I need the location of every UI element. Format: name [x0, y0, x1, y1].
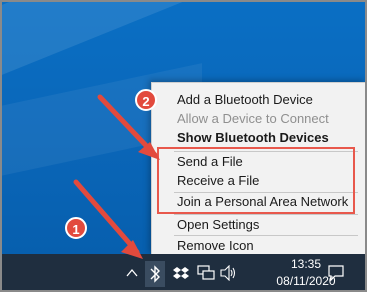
arrow-to-bluetooth-head — [121, 240, 143, 259]
annotation-arrows — [73, 94, 160, 259]
arrow-to-menu-head — [138, 142, 160, 160]
step-badge-2: 2 — [135, 89, 157, 111]
screenshot-frame: Add a Bluetooth Device Allow a Device to… — [0, 0, 367, 292]
arrow-to-bluetooth-line — [73, 179, 140, 255]
step-badge-1: 1 — [65, 217, 87, 239]
